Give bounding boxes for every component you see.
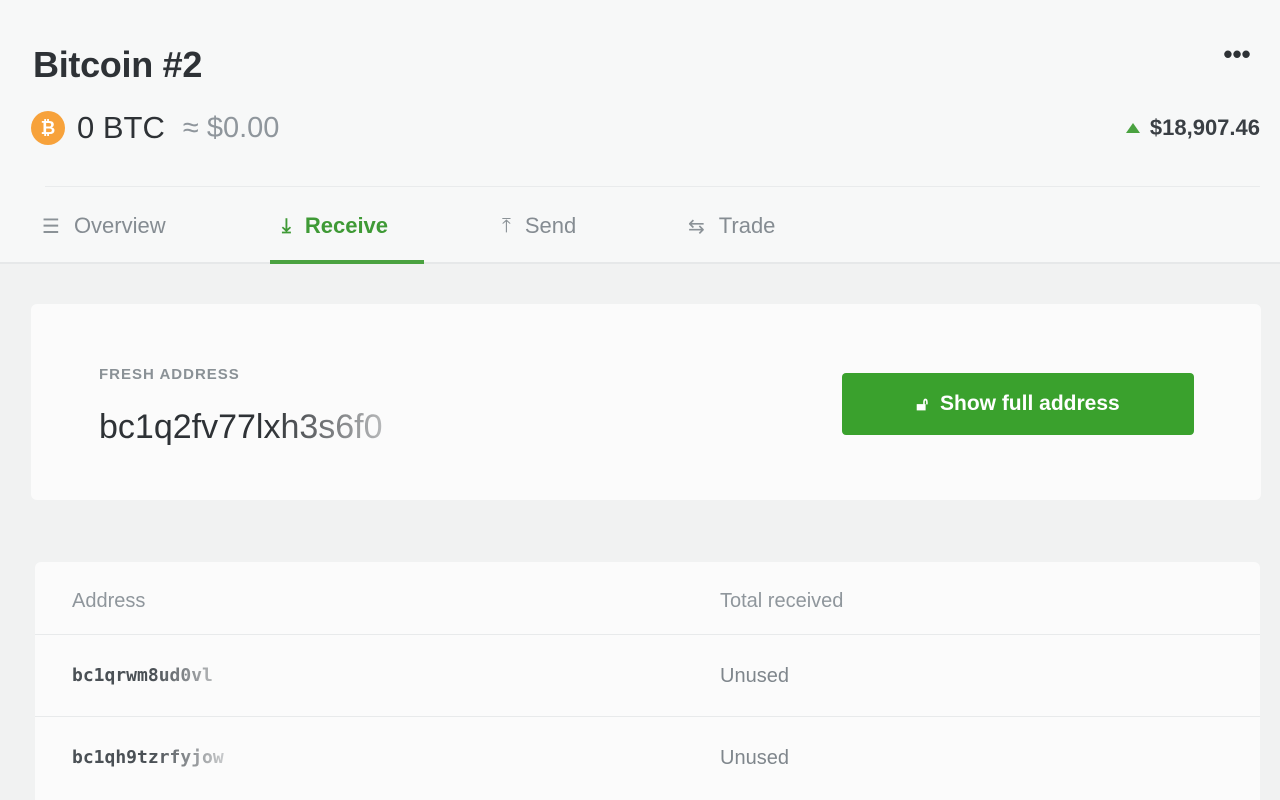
row-status: Unused <box>720 665 789 687</box>
tabs-top-divider <box>45 186 1260 187</box>
fiat-balance: ≈ $0.00 <box>182 111 280 144</box>
tab-send-label: Send <box>524 213 577 238</box>
tab-overview-label: Overview <box>73 213 166 238</box>
tab-trade-label: Trade <box>718 213 776 238</box>
bitcoin-coin-icon: ₿ <box>31 111 65 145</box>
tab-receive-label: Receive <box>304 213 389 238</box>
tab-trade[interactable]: ⇆ Trade <box>688 208 775 244</box>
tab-send[interactable]: ⤒ Send <box>502 208 576 244</box>
column-header-total-received: Total received <box>720 590 844 612</box>
active-tab-indicator <box>270 260 424 264</box>
download-icon: ⤓ <box>282 214 291 237</box>
account-title: Bitcoin #2 <box>33 44 203 85</box>
balance-row: ₿ 0 BTC ≈ $0.00 <box>31 108 279 148</box>
row-status: Unused <box>720 747 789 769</box>
fresh-address-card: FRESH ADDRESS bc1q2fv77lxh3s6f0 🔓︎ Show … <box>31 304 1261 500</box>
tab-overview[interactable]: ☰ Overview <box>42 208 166 244</box>
show-full-address-label: Show full address <box>939 392 1120 415</box>
fresh-address-label: FRESH ADDRESS <box>99 366 240 383</box>
lock-icon: 🔓︎ <box>916 393 928 414</box>
tab-receive[interactable]: ⤓ Receive <box>282 208 388 244</box>
table-row[interactable]: bc1qrwm8ud0vl Unused <box>35 634 1260 716</box>
price-up-arrow-icon <box>1125 123 1140 133</box>
row-address: bc1qh9tzrfyjow <box>72 747 224 768</box>
address-table: Address Total received bc1qrwm8ud0vl Unu… <box>35 562 1260 800</box>
account-tabs: ☰ Overview ⤓ Receive ⤒ Send ⇆ Trade <box>0 186 1280 264</box>
show-full-address-button[interactable]: 🔓︎ Show full address <box>842 373 1194 435</box>
btc-price: $18,907.46 <box>1125 115 1260 141</box>
btc-price-value: $18,907.46 <box>1149 115 1260 140</box>
upload-icon: ⤒ <box>502 214 511 237</box>
row-address: bc1qrwm8ud0vl <box>72 665 213 686</box>
fresh-address-value: bc1q2fv77lxh3s6f0 <box>99 408 383 446</box>
column-header-address: Address <box>72 590 146 612</box>
more-options-icon[interactable]: ••• <box>1222 41 1252 74</box>
account-header: Bitcoin #2 ••• ₿ 0 BTC ≈ $0.00 $18,907.4… <box>0 0 1280 264</box>
list-icon: ☰ <box>42 215 60 238</box>
btc-balance: 0 BTC <box>77 110 165 145</box>
swap-icon: ⇆ <box>688 215 705 238</box>
table-row[interactable]: bc1qh9tzrfyjow Unused <box>35 716 1260 798</box>
